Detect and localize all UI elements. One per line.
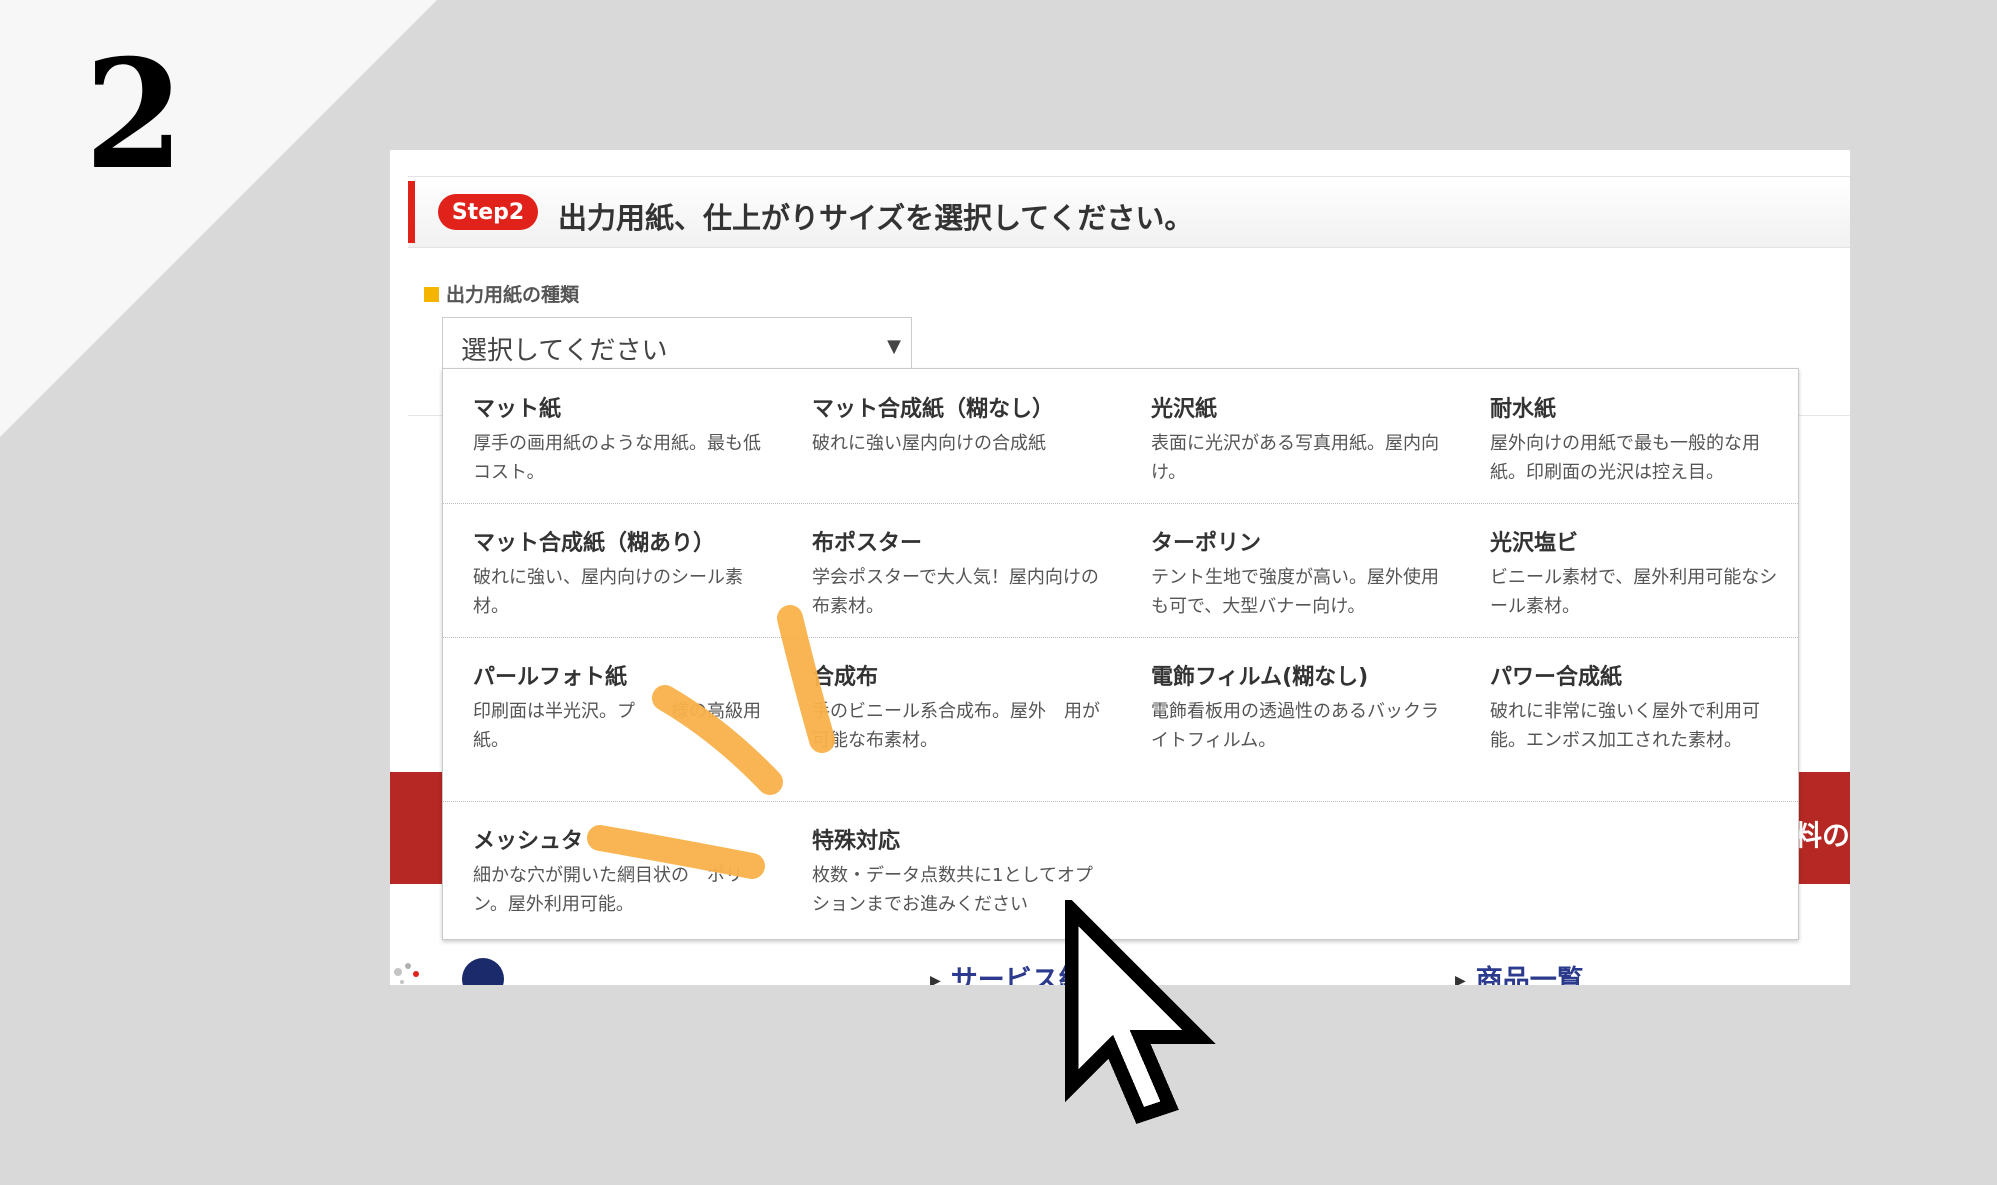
step-title: 出力用紙、仕上がりサイズを選択してください。 [558, 201, 1194, 235]
option-glossy-pvc[interactable]: 光沢塩ビビニール素材で、屋外利用可能なシール素材。 [1460, 503, 1799, 621]
option-title: ターポリン [1151, 531, 1262, 556]
option-desc: 破れに強い、屋内向けのシール素材。 [473, 567, 743, 617]
step-number: 2 [84, 27, 184, 203]
option-title: マット合成紙（糊なし） [812, 397, 1055, 422]
option-cloth-poster[interactable]: 布ポスター学会ポスターで大人気！屋内向けの布素材。 [782, 503, 1121, 621]
option-desc: 細かな穴が開いた網目状の ポリン。屋外利用可能。 [473, 865, 743, 915]
option-title: メッシュタ [473, 829, 584, 854]
arrow-right-icon: ▶ [930, 973, 941, 985]
paper-type-select[interactable]: 選択してください ▼ [442, 317, 912, 371]
option-desc: 学会ポスターで大人気！屋内向けの布素材。 [812, 567, 1099, 617]
option-matte-synthetic-no-glue[interactable]: マット合成紙（糊なし） 破れに強い屋内向けの合成紙 [782, 369, 1121, 458]
option-glossy-paper[interactable]: 光沢紙表面に光沢がある写真用紙。屋内向け。 [1121, 369, 1460, 487]
footer-logo-icon [462, 958, 504, 985]
option-desc: テント生地で強度が高い。屋外使用も可で、大型バナー向け。 [1151, 567, 1439, 617]
option-title: 電飾フィルム(糊なし) [1151, 665, 1369, 690]
paper-type-dropdown: マット紙厚手の画用紙のような用紙。最も低コスト。 マット合成紙（糊なし） 破れに強… [442, 368, 1799, 940]
option-title: マット紙 [473, 397, 562, 422]
banner-text: 料の [1793, 819, 1850, 852]
products-link-label: 商品一覧 [1475, 965, 1584, 985]
option-matte-paper[interactable]: マット紙厚手の画用紙のような用紙。最も低コスト。 [443, 369, 782, 487]
option-title: 布ポスター [812, 531, 923, 556]
option-desc: 破れに非常に強いく屋外で利用可能。エンボス加工された素材。 [1490, 701, 1760, 751]
option-title: パワー合成紙 [1490, 665, 1623, 690]
products-link[interactable]: ▶ 商品一覧 [1455, 958, 1584, 985]
option-title: 特殊対応 [812, 829, 901, 854]
option-desc: ビニール素材で、屋外利用可能なシール素材。 [1490, 567, 1778, 617]
step-badge: Step2 [438, 194, 538, 230]
option-tarpaulin[interactable]: ターポリンテント生地で強度が高い。屋外使用も可で、大型バナー向け。 [1121, 503, 1460, 621]
label-marker-icon [424, 287, 439, 302]
option-desc: 枚数・データ点数共に1としてオプションまでお進みください [812, 865, 1093, 915]
option-title: マット合成紙（糊あり） [473, 531, 716, 556]
arrow-right-icon: ▶ [1455, 973, 1466, 985]
paper-type-select-value: 選択してください [461, 336, 668, 366]
option-desc: 表面に光沢がある写真用紙。屋内向け。 [1151, 433, 1439, 483]
option-pearl-photo-paper[interactable]: パールフォト紙印刷面は半光沢。プ 様の高級用紙。 [443, 637, 782, 755]
decorative-dots-icon [394, 963, 419, 984]
option-desc: 厚手の画用紙のような用紙。最も低コスト。 [473, 433, 761, 483]
option-backlit-film[interactable]: 電飾フィルム(糊なし) 電飾看板用の透過性のあるバックライトフィルム。 [1121, 637, 1460, 755]
option-title: 合成布 [812, 665, 879, 690]
option-matte-synthetic-glue[interactable]: マット合成紙（糊あり） 破れに強い、屋内向けのシール素材。 [443, 503, 782, 621]
screenshot-panel: Step2 出力用紙、仕上がりサイズを選択してください。 出力用紙の種類 選択し… [390, 150, 1850, 985]
option-desc: 電飾看板用の透過性のあるバックライトフィルム。 [1151, 701, 1439, 751]
paper-type-label-text: 出力用紙の種類 [446, 284, 580, 306]
option-desc: 屋外向けの用紙で最も一般的な用紙。印刷面の光沢は控え目。 [1490, 433, 1760, 483]
option-title: 光沢塩ビ [1490, 531, 1579, 556]
pointer-arrow-icon [1064, 900, 1216, 1124]
option-power-synthetic[interactable]: パワー合成紙破れに非常に強いく屋外で利用可能。エンボス加工された素材。 [1460, 637, 1799, 755]
option-waterproof-paper[interactable]: 耐水紙屋外向けの用紙で最も一般的な用紙。印刷面の光沢は控え目。 [1460, 369, 1799, 487]
option-desc: 破れに強い屋内向けの合成紙 [812, 433, 1046, 454]
option-title: 光沢紙 [1151, 397, 1218, 422]
option-title: 耐水紙 [1490, 397, 1557, 422]
option-desc: 手のビニール系合成布。屋外 用が可能な布素材。 [812, 701, 1100, 751]
caret-down-icon: ▼ [887, 336, 901, 357]
option-mesh-tarpaulin[interactable]: メッシュタ細かな穴が開いた網目状の ポリン。屋外利用可能。 [443, 801, 782, 919]
paper-type-label: 出力用紙の種類 [424, 280, 579, 307]
option-title: パールフォト紙 [473, 665, 628, 690]
step-header: Step2 出力用紙、仕上がりサイズを選択してください。 [408, 176, 1850, 248]
header-accent-bar [408, 181, 415, 243]
option-desc: 印刷面は半光沢。プ 様の高級用紙。 [473, 701, 761, 751]
option-synthetic-cloth[interactable]: 合成布手のビニール系合成布。屋外 用が可能な布素材。 [782, 637, 1121, 755]
